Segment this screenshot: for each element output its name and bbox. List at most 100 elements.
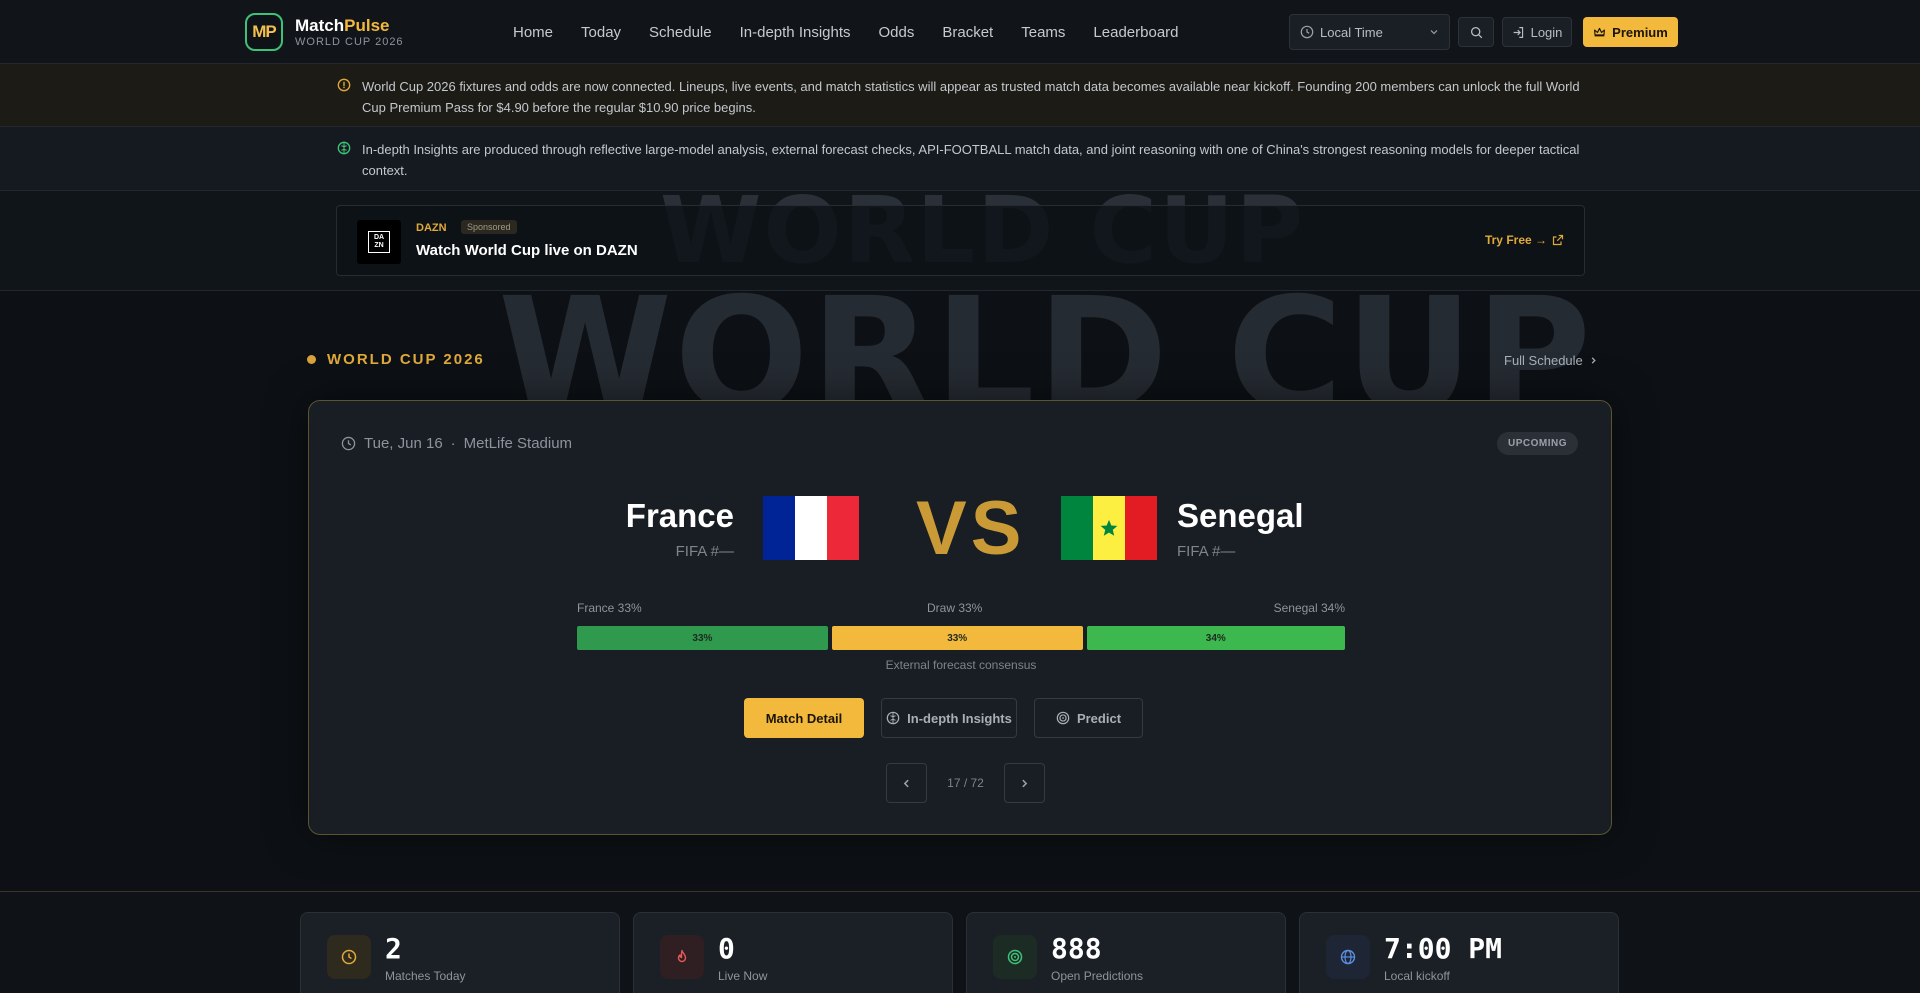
clock-icon	[327, 935, 371, 979]
match-venue: MetLife Stadium	[463, 435, 573, 452]
nav-links: Home Today Schedule In-depth Insights Od…	[513, 0, 1207, 64]
try-free-label: Try Free →	[1484, 233, 1547, 247]
nav-home[interactable]: Home	[513, 24, 553, 41]
odds-caption: External forecast consensus	[885, 658, 1037, 672]
brand[interactable]: MP MatchPulse WORLD CUP 2026	[245, 13, 404, 51]
stats-row: 2 Matches Today 0 Live Now 888 Open Pred…	[0, 891, 1920, 993]
nav-leaderboard[interactable]: Leaderboard	[1093, 24, 1178, 41]
stat-value: 0	[718, 932, 735, 965]
match-meta: Tue, Jun 16 · MetLife Stadium	[341, 435, 572, 452]
local-time-select[interactable]: Local Time	[1289, 14, 1450, 50]
nav-today[interactable]: Today	[581, 24, 621, 41]
match-detail-button[interactable]: Match Detail	[744, 698, 864, 738]
nav-schedule[interactable]: Schedule	[649, 24, 712, 41]
stat-matches-today[interactable]: 2 Matches Today	[300, 912, 620, 993]
star-icon	[1100, 519, 1118, 536]
ad-brand: DAZN	[416, 222, 447, 234]
local-time-label: Local Time	[1320, 24, 1383, 40]
prev-match-button[interactable]	[886, 763, 927, 803]
section-title: WORLD CUP 2026	[327, 351, 485, 368]
match-actions: Match Detail In-depth Insights Predict	[744, 698, 1160, 738]
dazn-logo-text: DA ZN	[368, 231, 390, 253]
brand-logo: MP	[245, 13, 283, 51]
senegal-flag	[1061, 496, 1157, 560]
home-team[interactable]: France FIFA #—	[559, 497, 734, 560]
sponsored-badge: Sponsored	[461, 220, 517, 234]
premium-label: Premium	[1612, 24, 1668, 40]
nav-teams[interactable]: Teams	[1021, 24, 1065, 41]
stat-label: Open Predictions	[1051, 969, 1144, 983]
brand-name-b: Pulse	[344, 15, 390, 35]
flame-icon	[660, 935, 704, 979]
chevron-down-icon	[1430, 30, 1438, 35]
logo-letters: MP	[252, 22, 276, 41]
stat-local-kickoff[interactable]: 7:00 PM Local kickoff	[1299, 912, 1619, 993]
away-team-rank: FIFA #—	[1177, 543, 1236, 560]
match-pager: 17 / 72	[886, 763, 1045, 803]
next-match-button[interactable]	[1004, 763, 1045, 803]
away-team[interactable]: Senegal FIFA #—	[1177, 497, 1377, 560]
stat-value: 888	[1051, 932, 1102, 965]
home-odds-label: France 33%	[577, 601, 642, 615]
external-link-icon	[1552, 234, 1564, 246]
login-icon	[1513, 26, 1523, 38]
login-label: Login	[1530, 24, 1563, 40]
meta-separator: ·	[450, 435, 456, 452]
dazn-logo: DA ZN	[357, 220, 401, 264]
try-free-link[interactable]: Try Free →	[1485, 233, 1564, 247]
away-team-name: Senegal	[1177, 497, 1304, 534]
stat-open-predictions[interactable]: 888 Open Predictions	[966, 912, 1286, 993]
match-hero: WORLD CUP WORLD CUP 2026 Full Schedule T…	[0, 291, 1920, 891]
draw-odds-segment: 33%	[831, 626, 1083, 650]
info-icon	[337, 78, 351, 92]
nav-insights[interactable]: In-depth Insights	[740, 24, 851, 41]
home-odds-segment: 33%	[577, 626, 828, 650]
stat-value: 7:00 PM	[1384, 932, 1503, 965]
search-button[interactable]	[1458, 17, 1494, 47]
brand-name-a: Match	[295, 15, 345, 35]
globe-icon	[1326, 935, 1370, 979]
stat-label: Local kickoff	[1384, 969, 1450, 983]
ad-band: WORLD CUP DAZN DAZN Sponsored Watch Worl…	[0, 191, 1920, 291]
brand-subtitle: WORLD CUP 2026	[295, 35, 404, 48]
away-odds-segment: 34%	[1086, 626, 1345, 650]
odds-bar: 33% 33% 34%	[577, 626, 1345, 650]
predict-label: Predict	[1076, 710, 1122, 726]
target-icon	[993, 935, 1037, 979]
brain-icon	[886, 711, 900, 725]
target-icon	[1056, 711, 1070, 725]
notice-insights: In-depth Insights are produced through r…	[0, 127, 1920, 191]
clock-icon	[1300, 25, 1314, 39]
home-team-name: France	[625, 497, 734, 534]
vs-label: VS	[916, 486, 1026, 571]
brain-icon	[337, 141, 351, 155]
france-flag	[763, 496, 859, 560]
nav-odds[interactable]: Odds	[879, 24, 915, 41]
notice-insights-text: In-depth Insights are produced through r…	[362, 142, 1580, 178]
stat-live-now[interactable]: 0 Live Now	[633, 912, 953, 993]
brand-name: MatchPulse	[295, 16, 404, 36]
home-team-rank: FIFA #—	[675, 543, 734, 560]
ad-title: Watch World Cup live on DAZN	[416, 242, 638, 259]
login-button[interactable]: Login	[1502, 17, 1572, 47]
status-badge: UPCOMING	[1497, 432, 1578, 455]
premium-button[interactable]: Premium	[1583, 17, 1678, 47]
stat-value: 2	[385, 932, 402, 965]
insights-button[interactable]: In-depth Insights	[881, 698, 1017, 738]
full-schedule-label: Full Schedule	[1504, 353, 1583, 368]
notice-fixtures: World Cup 2026 fixtures and odds are now…	[0, 64, 1920, 127]
section-dot	[307, 355, 316, 364]
full-schedule-link[interactable]: Full Schedule	[1504, 353, 1598, 368]
top-navbar: MP MatchPulse WORLD CUP 2026 Home Today …	[0, 0, 1920, 64]
predict-button[interactable]: Predict	[1034, 698, 1143, 738]
clock-icon	[341, 436, 356, 451]
stat-label: Live Now	[718, 969, 768, 983]
sponsored-ad[interactable]: DA ZN DAZN Sponsored Watch World Cup live…	[336, 205, 1585, 276]
chevron-left-icon	[903, 779, 909, 787]
insights-label: In-depth Insights	[907, 710, 1012, 726]
nav-bracket[interactable]: Bracket	[942, 24, 993, 41]
stat-label: Matches Today	[385, 969, 466, 983]
draw-odds-label: Draw 33%	[927, 601, 983, 615]
match-card: Tue, Jun 16 · MetLife Stadium UPCOMING F…	[308, 400, 1612, 835]
chevron-right-icon	[1022, 779, 1028, 787]
